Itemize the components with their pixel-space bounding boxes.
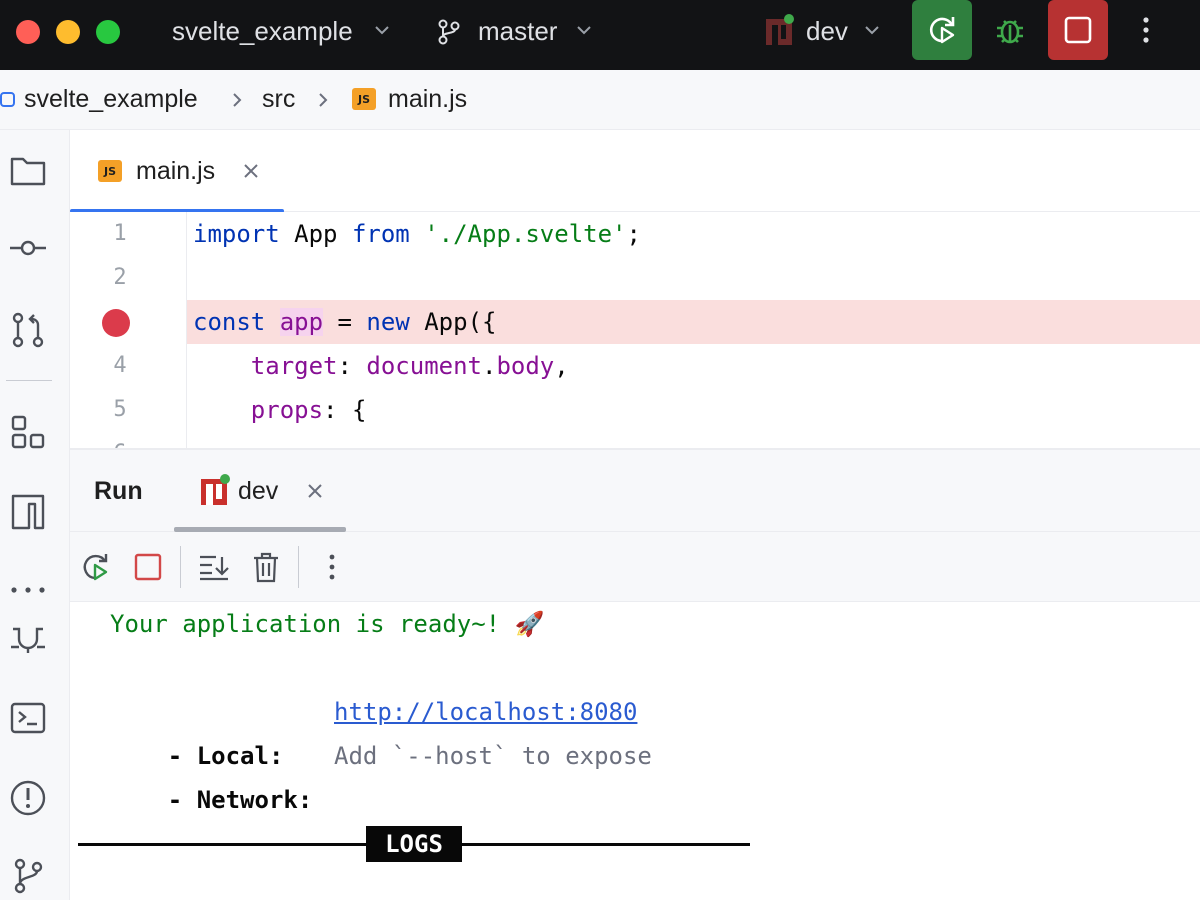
tool-strip-divider — [6, 380, 52, 381]
npm-icon — [11, 494, 45, 530]
chevron-right-icon — [233, 93, 242, 107]
module-icon — [0, 92, 15, 107]
chevron-down-icon — [577, 26, 591, 35]
project-tool-button[interactable] — [8, 150, 48, 190]
stop-icon — [1064, 16, 1092, 44]
folder-icon — [10, 157, 46, 186]
stop-button[interactable] — [1048, 0, 1108, 60]
local-address-line: - Local: — [110, 690, 284, 770]
run-panel-header: Run dev — [70, 450, 1200, 532]
zoom-window-button[interactable] — [96, 20, 120, 44]
code-line-4: target: document.body, — [250, 352, 569, 380]
more-horizontal-icon — [11, 587, 45, 593]
toolbar-separator — [298, 546, 299, 588]
breadcrumb-item-src[interactable]: src — [262, 84, 295, 114]
close-tab-icon[interactable] — [242, 162, 260, 180]
git-icon — [14, 858, 43, 894]
code-line-5: props: { — [250, 396, 367, 424]
scroll-to-end-icon — [200, 555, 229, 581]
npm-config-icon — [766, 14, 794, 45]
more-vertical-icon — [329, 554, 335, 580]
run-toolbar — [70, 532, 1200, 602]
problems-icon — [10, 780, 46, 816]
breadcrumb-item-project[interactable]: svelte_example — [24, 84, 198, 114]
pull-requests-tool-button[interactable] — [8, 310, 48, 350]
chevron-right-icon — [319, 93, 328, 107]
code-line-1: import App from './App.svelte'; — [193, 220, 641, 248]
line-number: 5 — [113, 397, 127, 422]
structure-tool-button[interactable] — [8, 412, 48, 452]
git-branch-icon — [438, 19, 460, 45]
rerun-icon — [83, 554, 108, 581]
tab-label: main.js — [136, 157, 216, 185]
clear-console-button[interactable] — [248, 549, 284, 585]
tab-main-js[interactable]: JS main.js — [70, 130, 284, 213]
breadcrumb-item-file[interactable]: main.js — [388, 84, 467, 114]
code-line-3: const app = new App({ — [193, 308, 497, 336]
network-address-line: - Network: — [110, 734, 313, 814]
tab-dev[interactable]: dev — [174, 450, 346, 532]
trash-icon — [254, 552, 278, 583]
run-tab-label: dev — [238, 477, 279, 505]
chevron-down-icon — [375, 26, 389, 35]
line-number: 1 — [113, 221, 127, 246]
git-tool-button[interactable] — [8, 856, 48, 896]
structure-icon — [11, 415, 45, 449]
pull-request-icon — [12, 312, 44, 348]
bug-icon — [997, 20, 1023, 44]
network-label: - Network: — [167, 786, 313, 814]
line-number: 2 — [113, 265, 127, 290]
rerun-button[interactable] — [912, 0, 972, 60]
js-file-icon: JS — [98, 160, 122, 182]
commit-icon — [10, 240, 46, 256]
more-tools-button[interactable] — [8, 570, 48, 610]
project-name: svelte_example — [172, 16, 353, 46]
scroll-to-end-button[interactable] — [196, 549, 232, 585]
problems-tool-button[interactable] — [8, 778, 48, 818]
toolbar-separator — [180, 546, 181, 588]
rerun-icon — [929, 17, 955, 44]
breadcrumb: svelte_example src JS main.js — [0, 70, 1200, 130]
npm-config-icon — [201, 474, 230, 505]
local-url-link[interactable]: http://localhost:8080 — [334, 690, 637, 734]
ready-message: Your application is ready~! 🚀 — [110, 610, 545, 638]
run-panel-title: Run — [94, 477, 143, 505]
commit-tool-button[interactable] — [8, 228, 48, 268]
close-tab-icon[interactable] — [306, 482, 324, 500]
more-actions-button[interactable] — [314, 549, 350, 585]
terminal-tool-button[interactable] — [8, 698, 48, 738]
more-actions-button[interactable] — [1116, 0, 1176, 60]
run-config-name: dev — [806, 16, 848, 46]
npm-tool-button[interactable] — [8, 492, 48, 532]
minimize-window-button[interactable] — [56, 20, 80, 44]
editor-tab-bar: JS main.js — [70, 130, 1200, 213]
terminal-icon — [10, 702, 46, 734]
tool-window-strip — [0, 130, 70, 900]
close-window-button[interactable] — [16, 20, 40, 44]
chevron-down-icon — [865, 26, 879, 35]
services-tool-button[interactable] — [8, 620, 48, 660]
console-output[interactable]: Your application is ready~! 🚀 - Local: h… — [70, 602, 1200, 900]
js-file-icon: JS — [352, 88, 376, 110]
logs-label: LOGS — [366, 826, 462, 862]
debug-button[interactable] — [980, 0, 1040, 60]
gutter-divider — [186, 212, 187, 448]
line-number: 4 — [113, 353, 127, 378]
more-vertical-icon — [1143, 17, 1149, 43]
rerun-button[interactable] — [78, 549, 114, 585]
line-number: 6 — [100, 432, 140, 448]
stop-icon — [134, 553, 162, 581]
network-value: Add `--host` to expose — [334, 742, 652, 770]
branch-name: master — [478, 16, 558, 46]
code-editor[interactable]: 1 2 4 5 6 import App from './App.svelte'… — [70, 212, 1200, 448]
title-bar: svelte_example master dev — [0, 0, 1200, 70]
services-icon — [11, 627, 45, 653]
breakpoint-icon[interactable] — [102, 309, 130, 337]
stop-button[interactable] — [130, 549, 166, 585]
